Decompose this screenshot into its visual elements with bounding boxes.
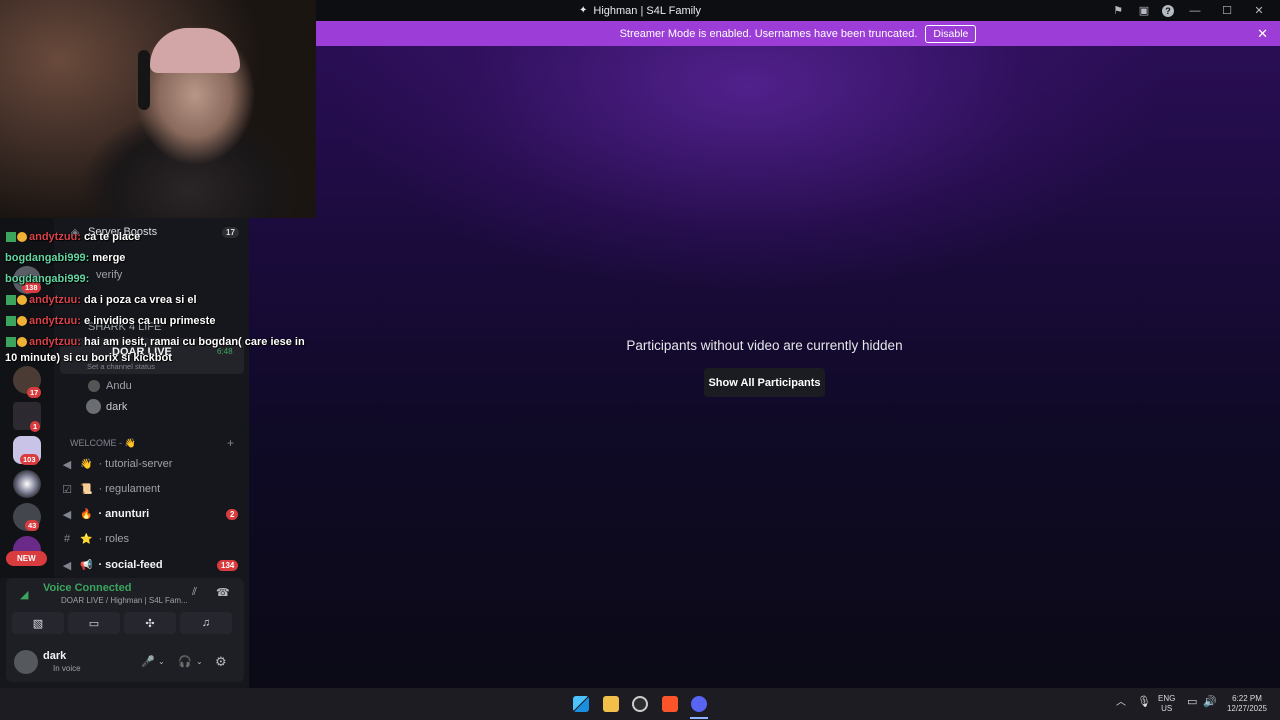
new-badge: NEW: [6, 551, 47, 566]
server-icon-5[interactable]: [13, 470, 41, 498]
user-status: In voice: [53, 664, 81, 673]
chat-line: 10 minute) si cu borix si kickbot: [5, 352, 172, 364]
camera-button[interactable]: ▧: [12, 612, 64, 634]
camera-off-icon: ▧: [32, 617, 44, 630]
voice-stage: Participants without video are currently…: [249, 46, 1280, 688]
channel-regulament[interactable]: ☑ 📜 · regulament: [60, 478, 160, 500]
inbox-icon[interactable]: ▣: [1136, 3, 1152, 19]
volume-icon[interactable]: 🔊: [1203, 697, 1217, 708]
hidden-participants-message: Participants without video are currently…: [626, 338, 903, 353]
user-name[interactable]: dark: [43, 650, 66, 662]
flag-icon[interactable]: ⚑: [1110, 3, 1126, 19]
activities-button[interactable]: ✣: [124, 612, 176, 634]
channel-social-feed[interactable]: ◀ 📢 · social-feed: [60, 554, 163, 576]
help-icon[interactable]: ?: [1162, 4, 1174, 17]
headphones-icon[interactable]: 🎧: [178, 655, 192, 668]
webcam-overlay: [0, 0, 316, 218]
server-badge: 43: [25, 520, 40, 531]
server-badge: 17: [27, 387, 42, 398]
minimize-button[interactable]: —: [1184, 5, 1206, 17]
channel-tutorial-server[interactable]: ◀ 👋 · tutorial-server: [60, 453, 173, 475]
voice-member[interactable]: dark: [86, 396, 127, 418]
streamer-mode-banner: Streamer Mode is enabled. Usernames have…: [316, 21, 1280, 46]
avatar: [86, 399, 101, 414]
avatar[interactable]: [14, 650, 38, 674]
cap: [150, 28, 240, 73]
soundboard-button[interactable]: ♫: [180, 612, 232, 634]
screen-share-icon: ▭: [88, 617, 100, 630]
chat-line: andytzuu: e invidios ca nu primeste: [6, 315, 215, 327]
microphone-icon[interactable]: 🎙: [1137, 697, 1151, 708]
brave-icon[interactable]: [662, 696, 678, 712]
signal-icon[interactable]: ◢: [20, 588, 28, 601]
clock[interactable]: 6:22 PM 12/27/2025: [1222, 694, 1272, 714]
discord-icon[interactable]: [691, 696, 707, 712]
active-indicator: [690, 717, 708, 719]
chat-line: bogdangabi999:: [5, 273, 90, 285]
channel-verify[interactable]: verify: [96, 264, 122, 286]
network-icon[interactable]: ▭: [1187, 697, 1197, 708]
announcement-icon: ◀: [62, 559, 72, 572]
close-icon[interactable]: ✕: [1257, 26, 1268, 42]
chat-line: andytzuu: hai am iesit, ramai cu bogdan(…: [6, 336, 305, 348]
voice-panel: ◢ Voice Connected DOAR LIVE / Highman | …: [6, 578, 244, 682]
microphone-icon[interactable]: 🎤: [141, 655, 155, 668]
noise-suppression-icon[interactable]: ⫽: [192, 586, 197, 599]
activities-icon: ✣: [145, 617, 155, 630]
show-all-participants-button[interactable]: Show All Participants: [704, 368, 825, 397]
boost-count: 17: [222, 227, 239, 238]
chevron-up-icon[interactable]: ︿: [1116, 698, 1126, 708]
voice-member[interactable]: Andu: [88, 375, 132, 397]
voice-status[interactable]: Voice Connected: [43, 582, 131, 594]
announcement-icon: ◀: [62, 458, 72, 471]
screen-share-button[interactable]: ▭: [68, 612, 120, 634]
app-icon[interactable]: [632, 696, 648, 712]
banner-text: Streamer Mode is enabled. Usernames have…: [619, 27, 918, 40]
chat-line: andytzuu: ca te place: [6, 231, 140, 243]
chevron-down-icon[interactable]: ⌄: [158, 657, 165, 666]
close-button[interactable]: ✕: [1248, 4, 1270, 17]
server-badge: 1: [30, 421, 41, 432]
gear-icon[interactable]: ⚙: [215, 654, 227, 670]
channel-roles[interactable]: # ⭐ · roles: [60, 528, 129, 550]
soundboard-icon: ♫: [201, 617, 211, 629]
disconnect-icon[interactable]: ☎: [216, 586, 230, 599]
disable-button[interactable]: Disable: [925, 24, 977, 43]
taskbar: ︿ 🎙 ENG US ▭ 🔊 6:22 PM 12/27/2025: [0, 688, 1280, 720]
maximize-button[interactable]: ☐: [1216, 4, 1238, 17]
checkbox-icon: ☑: [62, 483, 72, 496]
window-title: Highman | S4L Family: [593, 4, 701, 17]
server-icon: ✦: [579, 5, 588, 16]
live-timer: 6:48: [217, 347, 233, 356]
voice-location[interactable]: DOAR LIVE / Highman | S4L Fam...: [61, 596, 188, 605]
add-channel-icon[interactable]: +: [227, 436, 234, 450]
server-badge: 103: [20, 454, 39, 465]
file-explorer-icon[interactable]: [603, 696, 619, 712]
channel-anunturi[interactable]: ◀ 🔥 · anunturi: [60, 503, 149, 525]
category-welcome[interactable]: WELCOME - 👋: [70, 432, 136, 454]
avatar: [88, 380, 100, 392]
unread-badge: 134: [217, 560, 239, 571]
headphones: [138, 50, 150, 110]
chat-line: bogdangabi999: merge: [5, 252, 126, 264]
hash-icon: #: [63, 533, 71, 545]
chevron-down-icon[interactable]: ⌄: [196, 657, 203, 666]
chat-line: andytzuu: da i poza ca vrea si el: [6, 294, 197, 306]
language-indicator[interactable]: ENG US: [1158, 694, 1175, 714]
start-icon[interactable]: [573, 696, 589, 712]
announcement-icon: ◀: [62, 508, 72, 521]
